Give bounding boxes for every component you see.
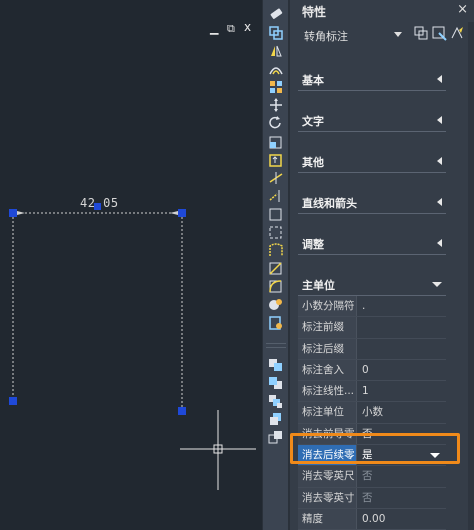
send-under-icon[interactable] (267, 411, 285, 427)
property-row-suppress-zero-feet[interactable]: 消去零英尺 否 (298, 466, 446, 488)
break-at-point-icon[interactable] (267, 224, 285, 240)
rotate-icon[interactable] (267, 115, 285, 131)
collapse-arrow-icon (437, 75, 442, 83)
drawing-canvas[interactable]: ▁ ⧉ x 42.05 (0, 0, 262, 530)
extend-icon[interactable] (267, 188, 285, 204)
join-icon[interactable] (267, 242, 285, 258)
section-divider (298, 254, 446, 255)
fillet-icon[interactable] (267, 278, 285, 294)
section-divider (298, 172, 446, 173)
collapse-arrow-icon (437, 157, 442, 165)
section-divider (298, 90, 446, 91)
section-basic[interactable]: 基本 (298, 68, 446, 90)
move-icon[interactable] (267, 97, 285, 113)
array-icon[interactable] (267, 79, 285, 95)
modify-toolbar (262, 0, 289, 530)
collapse-arrow-icon (437, 116, 442, 124)
scale-icon[interactable] (267, 134, 285, 150)
collapse-arrow-icon (437, 239, 442, 247)
grip-point[interactable] (9, 397, 17, 405)
section-primary-units[interactable]: 主单位 (298, 273, 446, 295)
property-grid: 小数分隔符 . 标注前缀 标注后缀 标注舍入 0 标注线性... 1 标注单位 … (298, 296, 446, 530)
break-icon[interactable] (267, 206, 285, 222)
property-row-decimal-separator[interactable]: 小数分隔符 . (298, 296, 446, 318)
section-fit[interactable]: 调整 (298, 232, 446, 254)
select-objects-icon[interactable] (432, 26, 447, 41)
bring-to-front-icon[interactable] (267, 357, 285, 373)
expand-arrow-icon (432, 282, 442, 287)
property-row-suffix[interactable]: 标注后缀 (298, 338, 446, 360)
property-row-suppress-zero-inches[interactable]: 消去零英寸 否 (298, 487, 446, 509)
copy-icon[interactable] (267, 25, 285, 41)
crosshair-cursor (180, 410, 256, 490)
mirror-icon[interactable] (267, 43, 285, 59)
toggle-pickadd-icon[interactable] (414, 26, 429, 41)
object-type-select[interactable]: 转角标注 (298, 24, 404, 44)
section-divider (298, 213, 446, 214)
section-lines-arrows[interactable]: 直线和箭头 (298, 191, 446, 213)
highlight-annotation (290, 433, 460, 464)
section-divider (298, 131, 446, 132)
panel-scrollbar[interactable] (468, 22, 474, 530)
grip-point[interactable] (178, 407, 186, 415)
property-row-precision[interactable]: 精度 0.00 (298, 508, 446, 530)
property-row-prefix[interactable]: 标注前缀 (298, 317, 446, 339)
panel-title: 特性 (302, 5, 327, 19)
erase-icon[interactable] (267, 6, 285, 22)
offset-icon[interactable] (267, 61, 285, 77)
dimension-geometry (12, 211, 256, 490)
bring-above-icon[interactable] (267, 393, 285, 409)
quick-select-icon[interactable] (450, 26, 465, 41)
property-row-units[interactable]: 标注单位 小数 (298, 402, 446, 424)
close-icon[interactable]: × (457, 2, 468, 17)
section-text[interactable]: 文字 (298, 109, 446, 131)
send-to-back-icon[interactable] (267, 375, 285, 391)
explode-icon[interactable] (267, 315, 285, 331)
draw-order-icon[interactable] (267, 429, 285, 445)
collapse-arrow-icon (437, 198, 442, 206)
stretch-icon[interactable] (267, 152, 285, 168)
trim-icon[interactable] (267, 170, 285, 186)
grip-point[interactable] (178, 209, 186, 217)
toolbar-separator (266, 343, 286, 348)
blend-icon[interactable] (267, 296, 285, 312)
grip-point[interactable] (9, 209, 17, 217)
property-row-round[interactable]: 标注舍入 0 (298, 359, 446, 382)
object-type-value: 转角标注 (304, 30, 348, 43)
grip-point[interactable] (94, 203, 101, 210)
section-misc[interactable]: 其他 (298, 150, 446, 172)
property-row-linear-scale[interactable]: 标注线性... 1 (298, 381, 446, 403)
chevron-down-icon (394, 32, 402, 37)
chamfer-icon[interactable] (267, 260, 285, 276)
